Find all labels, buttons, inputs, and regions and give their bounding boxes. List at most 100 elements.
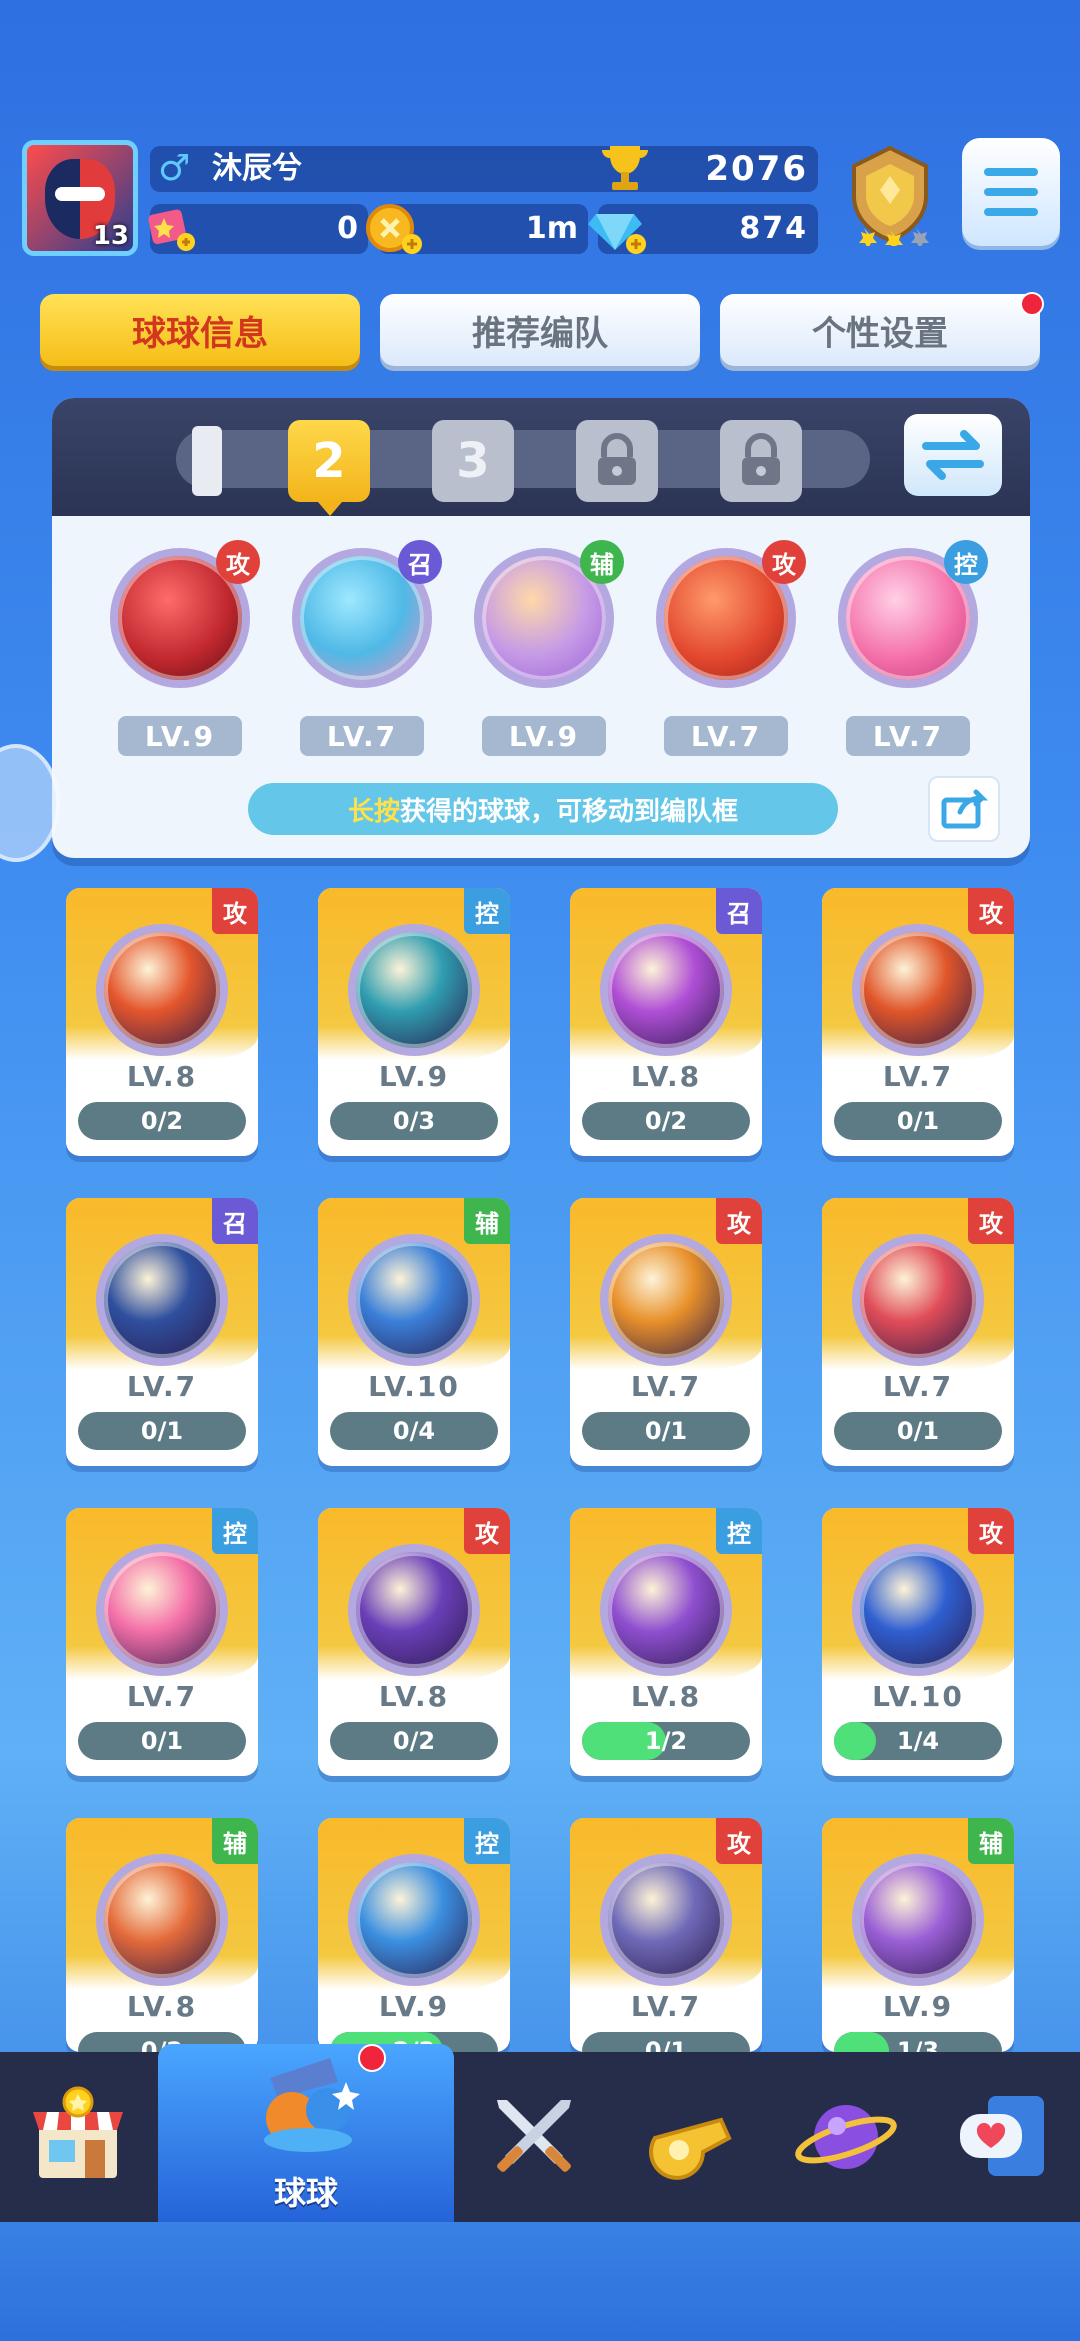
team-ball-5[interactable]: 控 <box>838 540 988 688</box>
role-badge: 攻 <box>762 540 806 584</box>
card-progress-bar: 1/4 <box>834 1722 1002 1760</box>
ball-card[interactable]: 控 LV.9 0/3 <box>318 888 510 1156</box>
ball-card[interactable]: 控LV.92/3 <box>318 1818 510 2052</box>
card-progress-text: 0/1 <box>644 2037 688 2052</box>
whistle-icon <box>649 2117 732 2180</box>
ball-card[interactable]: 攻 LV.8 0/2 <box>318 1508 510 1776</box>
role-badge: 控 <box>464 1818 510 1864</box>
main-menu-button[interactable] <box>962 138 1060 246</box>
ball-orb <box>600 1854 732 1986</box>
dragon-ball-icon <box>96 924 228 1056</box>
nav-balls[interactable]: 球球 <box>158 2044 454 2222</box>
team-panel: 2 3 攻 LV.9 召 LV.7 辅 LV.9 攻 LV.7 控 LV.7 长… <box>52 398 1030 858</box>
coin-count: 1m <box>525 211 578 246</box>
share-button[interactable] <box>928 776 1000 842</box>
card-progress-text: 0/2 <box>140 1107 184 1135</box>
ball-orb <box>96 1544 228 1676</box>
tab-recommended-team[interactable]: 推荐编队 <box>380 294 700 366</box>
card-progress-bar: 0/1 <box>582 1412 750 1450</box>
card-progress-bar: 0/1 <box>834 1412 1002 1450</box>
ball-level: LV.10 <box>368 1370 460 1403</box>
team-ball-1[interactable]: 攻 <box>110 540 260 688</box>
scroll-ball-icon <box>852 924 984 1056</box>
ball-orb <box>600 1234 732 1366</box>
ticket-count: 0 <box>337 211 358 246</box>
ball-level: LV.8 <box>630 1060 702 1093</box>
team-ball-4[interactable]: 攻 <box>656 540 806 688</box>
slot-number: 3 <box>456 433 490 489</box>
ball-card[interactable]: 攻 LV.7 0/1 <box>570 1818 762 2052</box>
card-progress-bar: 0/1 <box>582 2032 750 2052</box>
tab-label: 个性设置 <box>812 313 948 354</box>
card-progress-text: 0/1 <box>644 1417 688 1445</box>
ball-card[interactable]: 攻 LV.7 0/1 <box>570 1198 762 1466</box>
ball-orb <box>348 1234 480 1366</box>
ball-level: LV.8 <box>126 1060 198 1093</box>
ball-card[interactable]: 控 LV.7 0/1 <box>66 1508 258 1776</box>
nav-social[interactable] <box>926 2052 1080 2222</box>
ball-level: LV.8 <box>630 1680 702 1713</box>
wings-ball-icon <box>96 1854 228 1986</box>
gem-count: 874 <box>739 211 808 246</box>
player-avatar[interactable]: 13 <box>22 140 138 256</box>
card-progress-text: 1/2 <box>644 1727 688 1755</box>
nav-whistle[interactable] <box>614 2052 766 2222</box>
tab-label: 推荐编队 <box>472 313 608 354</box>
team-ball-2[interactable]: 召 <box>292 540 442 688</box>
ball-orb <box>852 1544 984 1676</box>
ball-card[interactable]: 辅 LV.8 0/2 <box>66 1818 258 2052</box>
role-badge: 控 <box>716 1508 762 1554</box>
ball-card[interactable]: 攻 LV.7 0/1 <box>822 1198 1014 1466</box>
ball-card[interactable]: 召 LV.8 0/2 <box>570 888 762 1156</box>
ball-orb <box>96 1234 228 1366</box>
ball-card[interactable]: 召 LV.7 0/1 <box>66 1198 258 1466</box>
card-ticket-icon[interactable] <box>146 206 196 252</box>
balls-icon <box>264 2058 360 2152</box>
card-progress-text: 1/3 <box>896 2037 940 2052</box>
ball-card[interactable]: 攻 LV.7 0/1 <box>822 888 1014 1156</box>
ball-card[interactable]: 辅 LV.9 1/3 <box>822 1818 1014 2052</box>
team-slot-3[interactable]: 3 <box>432 420 514 502</box>
team-slot-2[interactable]: 2 <box>288 420 370 502</box>
menu-icon-line <box>984 188 1038 196</box>
role-badge: 辅 <box>464 1198 510 1244</box>
long-press-hint: 长按 获得的球球，可移动到编队框 <box>248 783 838 835</box>
team-slot-1[interactable] <box>192 426 222 496</box>
team-ball-1-level: LV.9 <box>118 716 242 756</box>
ball-card[interactable]: 控 LV.8 1/2 <box>570 1508 762 1776</box>
nav-planet[interactable] <box>770 2052 922 2222</box>
team-ball-3[interactable]: 辅 <box>474 540 624 688</box>
ball-card[interactable]: 攻 LV.8 0/2 <box>66 888 258 1156</box>
diamond-icon[interactable] <box>588 200 650 258</box>
slot-number: 2 <box>312 433 346 489</box>
ball-level: LV.7 <box>630 1990 702 2023</box>
team-slot-4-locked[interactable] <box>576 420 658 502</box>
tab-ball-info[interactable]: 球球信息 <box>40 294 360 366</box>
card-progress-text: 0/1 <box>140 1417 184 1445</box>
tab-personal-settings[interactable]: 个性设置 <box>720 294 1040 366</box>
ball-orb <box>348 1854 480 1986</box>
trophy-icon <box>602 146 648 190</box>
team-slot-5-locked[interactable] <box>720 420 802 502</box>
dolphin-ball-icon <box>852 1234 984 1366</box>
card-progress-text: 0/4 <box>392 1417 436 1445</box>
phoenix-ball-icon <box>600 924 732 1056</box>
nav-battle[interactable] <box>458 2052 610 2222</box>
card-progress-bar: 0/1 <box>834 1102 1002 1140</box>
ball-card[interactable]: 辅 LV.10 0/4 <box>318 1198 510 1466</box>
nav-shop[interactable] <box>0 2052 156 2222</box>
ball-orb <box>348 1544 480 1676</box>
role-badge: 控 <box>944 540 988 584</box>
ball-level: LV.7 <box>126 1680 198 1713</box>
role-badge: 辅 <box>968 1818 1014 1864</box>
ball-orb <box>600 1544 732 1676</box>
role-badge: 控 <box>464 888 510 934</box>
rank-badge-icon[interactable] <box>838 142 942 246</box>
coin-icon[interactable] <box>364 202 426 258</box>
ball-card[interactable]: 攻 LV.10 1/4 <box>822 1508 1014 1776</box>
card-progress-bar: 0/4 <box>330 1412 498 1450</box>
side-drawer-handle[interactable] <box>0 744 60 862</box>
butterfly-ball-icon <box>600 1544 732 1676</box>
swap-team-button[interactable] <box>904 414 1002 496</box>
role-badge: 攻 <box>968 888 1014 934</box>
